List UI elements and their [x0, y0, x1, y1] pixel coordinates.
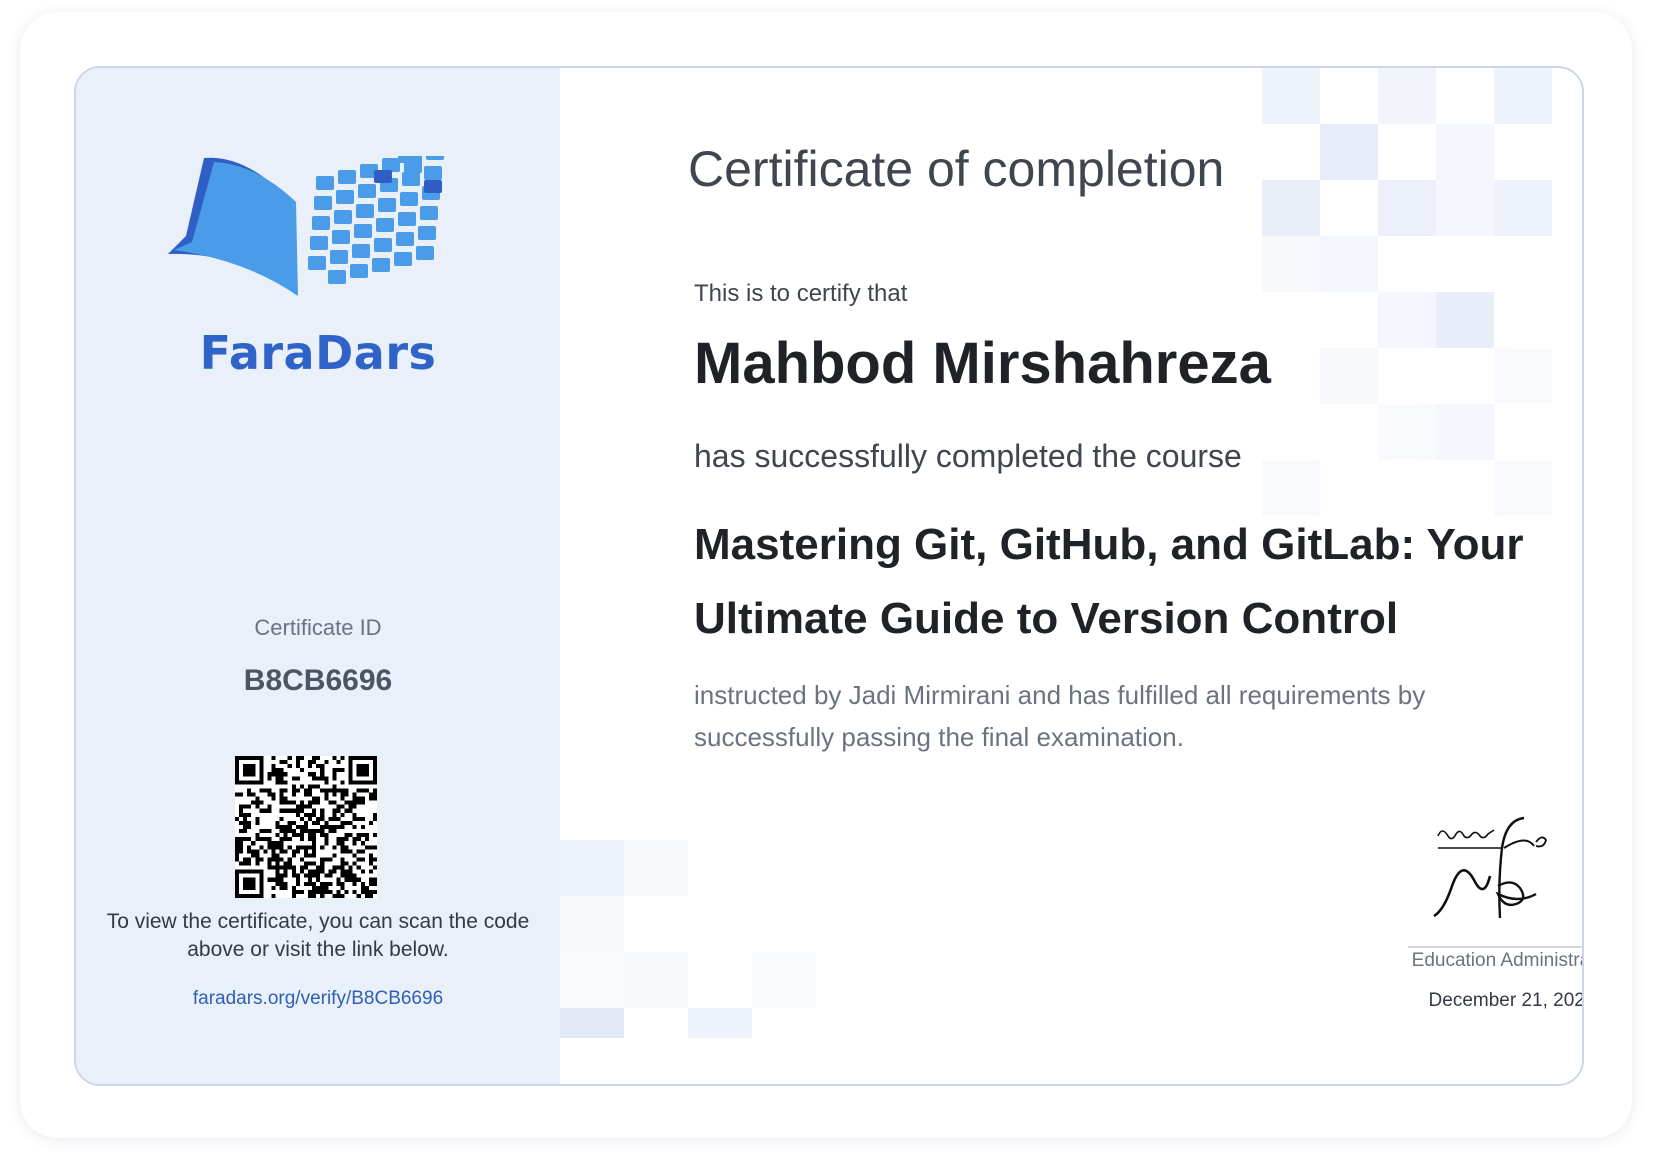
- handwritten-signature-icon: [1433, 816, 1547, 919]
- qr-instructions: To view the certificate, you can scan th…: [106, 910, 530, 961]
- main-panel: Certificate of completion This is to cer…: [560, 68, 1582, 1084]
- certificate-id: B8CB6696: [243, 664, 393, 697]
- decorative-pattern-bottom: [560, 840, 816, 1038]
- certificate-date: December 21, 2025: [1428, 990, 1584, 1011]
- faradars-book-logo-icon: [168, 156, 444, 296]
- signer-role: Education Administrator: [1411, 950, 1582, 971]
- completed-text: has successfully completed the course: [694, 438, 1242, 474]
- certificate-card: FaraDars Certificate ID B8CB6696 To view…: [74, 66, 1584, 1086]
- certify-text: This is to certify that: [694, 280, 908, 307]
- brand-name: FaraDars: [199, 326, 437, 380]
- qr-code-icon[interactable]: [235, 756, 377, 898]
- certificate-title: Certificate of completion: [688, 141, 1225, 197]
- sidebar: FaraDars Certificate ID B8CB6696 To view…: [76, 68, 560, 1084]
- signature-line: [1408, 946, 1582, 948]
- certificate-id-label: Certificate ID: [254, 615, 382, 640]
- instruction-text: instructed by Jadi Mirmirani and has ful…: [694, 680, 1426, 752]
- decorative-pattern-top: [1262, 68, 1552, 516]
- verify-link[interactable]: faradars.org/verify/B8CB6696: [76, 988, 560, 1010]
- recipient-name: Mahbod Mirshahreza: [694, 331, 1271, 396]
- course-title: Mastering Git, GitHub, and GitLab: Your …: [694, 520, 1524, 643]
